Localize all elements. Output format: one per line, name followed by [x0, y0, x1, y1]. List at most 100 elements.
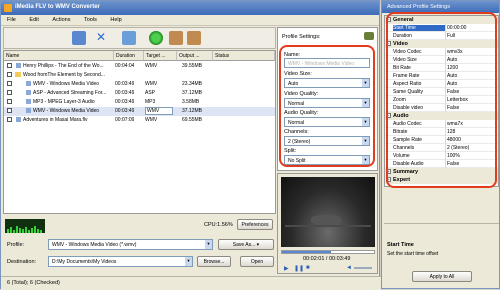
video-preview-panel: 00:02:01 / 00:03:49 ▶ ❚❚ ■ ◄	[277, 173, 378, 274]
file-output: 3.58MB	[182, 99, 200, 105]
description-panel: Start Time Set the start time offset	[384, 223, 499, 269]
profile-value: WMV - Windows Media Video (*.wmv)	[52, 242, 137, 248]
video-frame	[281, 177, 375, 247]
cpu-spectrum	[5, 219, 45, 233]
file-name: MP3 - MPEG Layer-3 Audio	[33, 99, 95, 105]
app-icon	[4, 4, 12, 12]
chevron-down-icon: ▼	[185, 257, 192, 266]
volume-icon[interactable]: ◄	[346, 265, 352, 271]
file-row-selected[interactable]: WMV - Windows Media Video 00:03:49 WMV 3…	[4, 107, 275, 116]
remove-icon[interactable]: ✕	[94, 31, 108, 45]
col-name[interactable]: Name	[4, 51, 114, 61]
destination-dropdown[interactable]: D:\My Documents\My Videos ▼	[48, 256, 193, 267]
pause-icon[interactable]: ❚❚	[294, 265, 304, 272]
menu-tools[interactable]: Tools	[78, 15, 103, 23]
row-checkbox[interactable]	[7, 72, 12, 77]
menu-edit[interactable]: Edit	[23, 15, 44, 23]
file-target: WMV	[147, 108, 160, 114]
advanced-settings-window: Advanced Profile Settings − General Start …	[381, 0, 500, 289]
cpu-usage: CPU:1.56%	[204, 222, 233, 228]
destination-label: Destination:	[7, 259, 37, 265]
menu-help[interactable]: Help	[104, 15, 127, 23]
file-list[interactable]: Name Duration Target ... Output ... Stat…	[3, 50, 276, 214]
file-target: ASP	[145, 90, 156, 96]
stop-icon[interactable]	[187, 31, 201, 45]
chevron-down-icon: ▼	[205, 240, 212, 249]
row-checkbox[interactable]	[7, 108, 12, 113]
video-file-icon	[16, 117, 21, 122]
video-seek-fill	[282, 251, 331, 253]
apply-to-all-button[interactable]: Apply to All	[412, 271, 472, 282]
file-row[interactable]: ASP - Advanced Streaming For... 00:03:49…	[4, 89, 275, 98]
file-row[interactable]: Adventures in Masai Mara.flv 00:07:09 WM…	[4, 116, 275, 125]
settings-icon[interactable]	[364, 32, 374, 40]
main-titlebar: iMedia FLV to WMV Converter	[1, 1, 379, 15]
pause-icon[interactable]	[169, 31, 183, 45]
file-row[interactable]: Henry Phillips - The End of the Wo... 00…	[4, 62, 275, 71]
file-duration: 00:07:09	[115, 117, 135, 123]
browse-button[interactable]: Browse...	[197, 256, 231, 267]
description-title: Start Time	[387, 242, 414, 248]
file-name: Adventures in Masai Mara.flv	[23, 117, 88, 123]
file-output: 37.12MB	[182, 108, 203, 114]
file-duration: 00:04:04	[115, 63, 135, 69]
add-files-icon[interactable]	[72, 31, 86, 45]
profile-label: Profile:	[7, 242, 25, 248]
file-row[interactable]: WMV - Windows Media Video 00:03:49 WMV 2…	[4, 80, 275, 89]
video-file-icon	[26, 90, 31, 95]
file-name: WMV - Windows Media Video	[33, 108, 100, 114]
row-checkbox[interactable]	[7, 63, 12, 68]
main-window: iMedia FLV to WMV Converter File Edit Ac…	[0, 0, 381, 290]
col-target[interactable]: Target ...	[144, 51, 177, 61]
advanced-title: Advanced Profile Settings	[387, 4, 450, 10]
play-icon[interactable]: ▶	[284, 265, 289, 272]
save-as-label: Save As...	[232, 242, 256, 248]
menu-bar: File Edit Actions Tools Help	[1, 15, 379, 26]
file-duration: 00:03:49	[115, 90, 135, 96]
main-title: iMedia FLV to WMV Converter	[15, 4, 100, 10]
row-checkbox[interactable]	[7, 90, 12, 95]
highlight-frame	[386, 12, 497, 188]
preferences-button[interactable]: Preferences	[237, 219, 273, 230]
col-duration[interactable]: Duration	[114, 51, 144, 61]
menu-actions[interactable]: Actions	[46, 15, 76, 23]
destination-value: D:\My Documents\My Videos	[52, 259, 117, 265]
file-output: 23.34MB	[182, 81, 203, 87]
video-seek-track[interactable]	[281, 250, 375, 254]
row-checkbox[interactable]	[7, 81, 12, 86]
volume-slider[interactable]	[354, 267, 372, 269]
file-output: 69.55MB	[182, 117, 203, 123]
video-file-icon	[16, 63, 21, 68]
file-name: ASP - Advanced Streaming For...	[33, 90, 107, 96]
open-button[interactable]: Open	[240, 256, 274, 267]
profile-settings-header: Profile Settings:	[282, 34, 321, 40]
col-status[interactable]: Status	[213, 51, 275, 61]
menu-file[interactable]: File	[1, 15, 22, 23]
status-bar: 6 (Total); 6 (Checked)	[1, 276, 381, 290]
folder-icon	[15, 72, 21, 77]
file-output: 39.55MB	[182, 63, 203, 69]
file-duration: 00:03:49	[115, 99, 135, 105]
target-format-dropdown[interactable]: WMV	[145, 107, 173, 115]
col-output[interactable]: Output ...	[177, 51, 213, 61]
file-name: WMV - Windows Media Video	[33, 81, 100, 87]
toolbar: ✕	[3, 27, 276, 49]
profile-dropdown[interactable]: WMV - Windows Media Video (*.wmv) ▼	[48, 239, 213, 250]
row-checkbox[interactable]	[7, 117, 12, 122]
file-target: WMV	[145, 117, 158, 123]
save-as-button[interactable]: Save As... ▾	[218, 239, 274, 250]
file-name: Henry Phillips - The End of the Wo...	[23, 63, 104, 69]
file-duration: 00:03:49	[115, 108, 135, 114]
file-target: WMV	[145, 63, 158, 69]
properties-icon[interactable]	[122, 31, 136, 45]
file-target: WMV	[145, 81, 158, 87]
row-checkbox[interactable]	[7, 99, 12, 104]
file-target: MP3	[145, 99, 156, 105]
audio-file-icon	[26, 99, 31, 104]
video-file-icon	[26, 108, 31, 113]
stop-icon[interactable]: ■	[306, 265, 310, 271]
folder-row[interactable]: Wood fromThe Element by Second...	[4, 71, 275, 80]
convert-icon[interactable]	[149, 31, 163, 45]
file-row[interactable]: MP3 - MPEG Layer-3 Audio 00:03:49 MP3 3.…	[4, 98, 275, 107]
video-file-icon	[26, 81, 31, 86]
